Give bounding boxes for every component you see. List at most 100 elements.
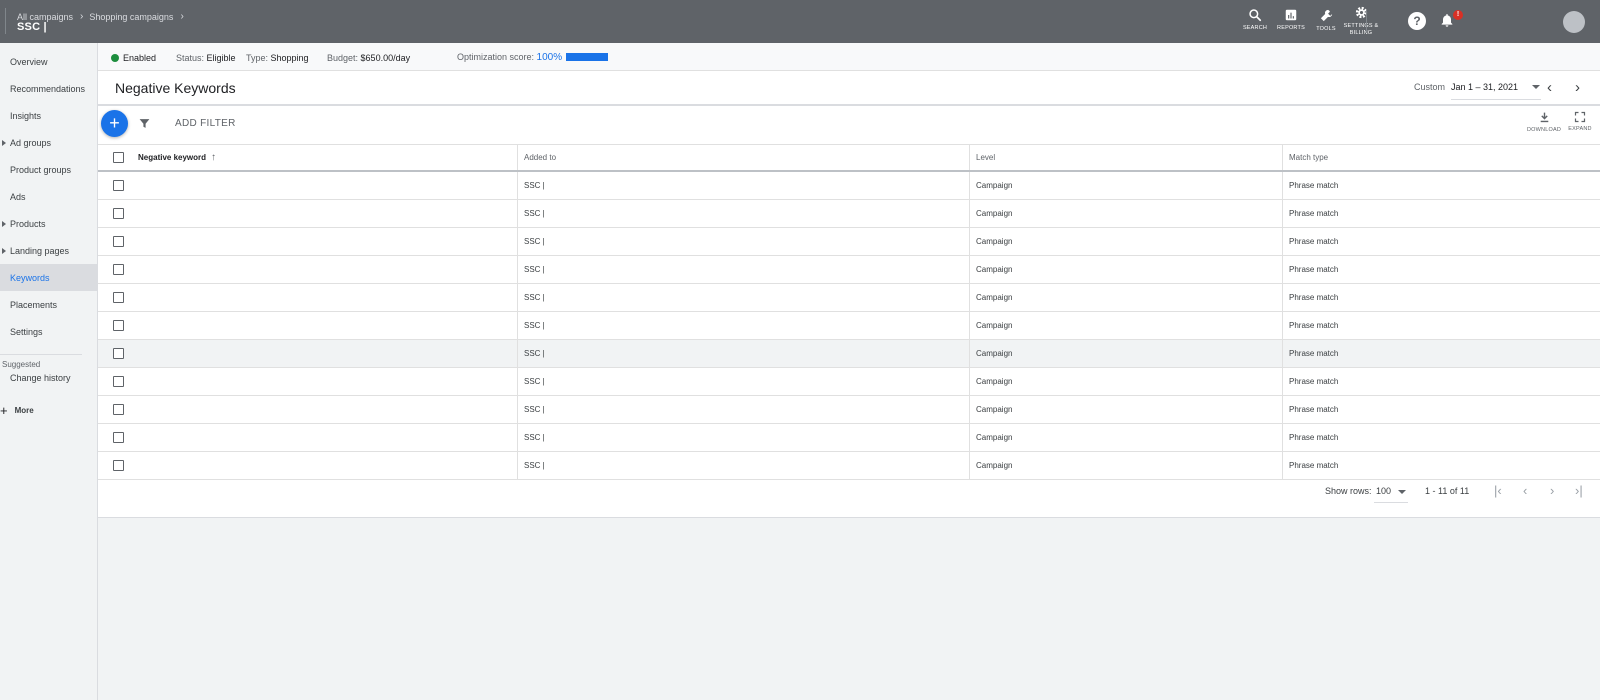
keyword-cell[interactable] [138,368,517,395]
budget-field[interactable]: Budget: $650.00/day [327,53,410,63]
enabled-status[interactable]: Enabled [111,53,156,63]
row-checkbox[interactable] [112,180,124,191]
help-icon[interactable]: ? [1408,12,1426,30]
keyword-cell[interactable] [138,396,517,423]
added-to-cell[interactable]: SSC | [517,172,969,199]
row-checkbox-cell [98,284,138,311]
sidebar-item-products[interactable]: Products [0,210,98,237]
added-to-cell[interactable]: SSC | [517,396,969,423]
dropdown-caret-icon[interactable] [1532,85,1540,89]
keyword-cell[interactable] [138,172,517,199]
select-all-checkbox[interactable] [112,152,124,163]
added-to-cell[interactable]: SSC | [517,312,969,339]
account-name[interactable]: SSC | [17,21,47,33]
match-type-cell: Phrase match [1282,228,1600,255]
column-header-keyword[interactable]: Negative keyword ↑ [138,145,517,170]
tools-icon [1320,9,1332,22]
sidebar-item-landing-pages[interactable]: Landing pages [0,237,98,264]
row-checkbox[interactable] [112,404,124,415]
added-to-cell[interactable]: SSC | [517,368,969,395]
budget-value: $650.00/day [360,53,411,63]
keyword-cell[interactable] [138,228,517,255]
sidebar-item-insights[interactable]: Insights [0,102,98,129]
added-to-cell[interactable]: SSC | [517,424,969,451]
match-type-cell: Phrase match [1282,368,1600,395]
rows-per-page-select[interactable]: 100 [1376,486,1391,496]
added-to-cell[interactable]: SSC | [517,228,969,255]
table-row[interactable]: SSC | Campaign Phrase match [98,396,1600,424]
next-page-icon[interactable]: › [1550,483,1554,498]
row-checkbox[interactable] [112,348,124,359]
expand-triangle-icon[interactable] [2,140,6,146]
keyword-cell[interactable] [138,452,517,479]
row-checkbox[interactable] [112,460,124,471]
keyword-cell[interactable] [138,312,517,339]
match-type-cell: Phrase match [1282,284,1600,311]
column-header-match-type[interactable]: Match type [1282,145,1600,170]
sidebar-item-ad-groups[interactable]: Ad groups [0,129,98,156]
table-header: Negative keyword ↑ Added to Level Match t… [98,144,1600,172]
download-button[interactable]: DOWNLOAD [1524,111,1564,133]
keyword-cell[interactable] [138,340,517,367]
row-checkbox[interactable] [112,208,124,219]
select-all-cell [98,145,138,170]
sidebar-item-ads[interactable]: Ads [0,183,98,210]
keyword-cell[interactable] [138,200,517,227]
prev-page-icon[interactable]: ‹ [1523,483,1527,498]
added-to-cell[interactable]: SSC | [517,200,969,227]
table-row[interactable]: SSC | Campaign Phrase match [98,368,1600,396]
row-checkbox-cell [98,228,138,255]
filter-icon[interactable] [138,117,151,133]
add-filter-button[interactable]: ADD FILTER [175,118,236,129]
notifications-button[interactable]: ! [1439,10,1463,32]
settings-billing-button[interactable]: SETTINGS & BILLING [1339,5,1383,37]
keyword-cell[interactable] [138,256,517,283]
row-checkbox[interactable] [112,236,124,247]
sidebar-item-recommendations[interactable]: Recommendations [0,75,98,102]
sidebar-item-overview[interactable]: Overview [0,48,98,75]
table-row[interactable]: SSC | Campaign Phrase match [98,284,1600,312]
sidebar-item-product-groups[interactable]: Product groups [0,156,98,183]
table-row[interactable]: SSC | Campaign Phrase match [98,228,1600,256]
expand-triangle-icon[interactable] [2,221,6,227]
row-checkbox[interactable] [112,376,124,387]
date-range-picker[interactable]: Jan 1 – 31, 2021 [1451,82,1518,92]
breadcrumb-all-campaigns[interactable]: All campaigns [17,12,73,22]
added-to-cell[interactable]: SSC | [517,284,969,311]
optimization-score[interactable]: Optimization score: 100% [457,52,562,63]
table-row[interactable]: SSC | Campaign Phrase match [98,340,1600,368]
row-checkbox[interactable] [112,264,124,275]
level-cell: Campaign [969,424,1282,451]
table-row[interactable]: SSC | Campaign Phrase match [98,256,1600,284]
added-to-cell[interactable]: SSC | [517,256,969,283]
avatar[interactable] [1563,11,1585,33]
row-checkbox[interactable] [112,292,124,303]
table-row[interactable]: SSC | Campaign Phrase match [98,200,1600,228]
keyword-cell[interactable] [138,284,517,311]
sidebar-item-settings[interactable]: Settings [0,318,98,345]
add-negative-keyword-button[interactable]: + [101,110,128,137]
column-header-added-to[interactable]: Added to [517,145,969,170]
table-row[interactable]: SSC | Campaign Phrase match [98,312,1600,340]
expand-button[interactable]: EXPAND [1560,111,1600,132]
sidebar-item-placements[interactable]: Placements [0,291,98,318]
chevron-right-icon[interactable]: › [1575,79,1580,96]
sidebar-item-label: Recommendations [10,83,86,94]
keyword-cell[interactable] [138,424,517,451]
first-page-icon[interactable]: |‹ [1494,483,1502,498]
expand-triangle-icon[interactable] [2,248,6,254]
column-header-level[interactable]: Level [969,145,1282,170]
chevron-left-icon[interactable]: ‹ [1547,79,1552,96]
dropdown-caret-icon[interactable] [1398,490,1406,494]
added-to-cell[interactable]: SSC | [517,340,969,367]
more-button[interactable]: + More [0,403,34,418]
sidebar-item-change-history[interactable]: Change history [0,364,98,391]
breadcrumb-shopping-campaigns[interactable]: Shopping campaigns [89,12,173,22]
added-to-cell[interactable]: SSC | [517,452,969,479]
last-page-icon[interactable]: ›| [1575,483,1583,498]
sidebar-item-keywords[interactable]: Keywords [0,264,98,291]
table-row[interactable]: SSC | Campaign Phrase match [98,424,1600,452]
row-checkbox[interactable] [112,432,124,443]
table-row[interactable]: SSC | Campaign Phrase match [98,172,1600,200]
row-checkbox[interactable] [112,320,124,331]
